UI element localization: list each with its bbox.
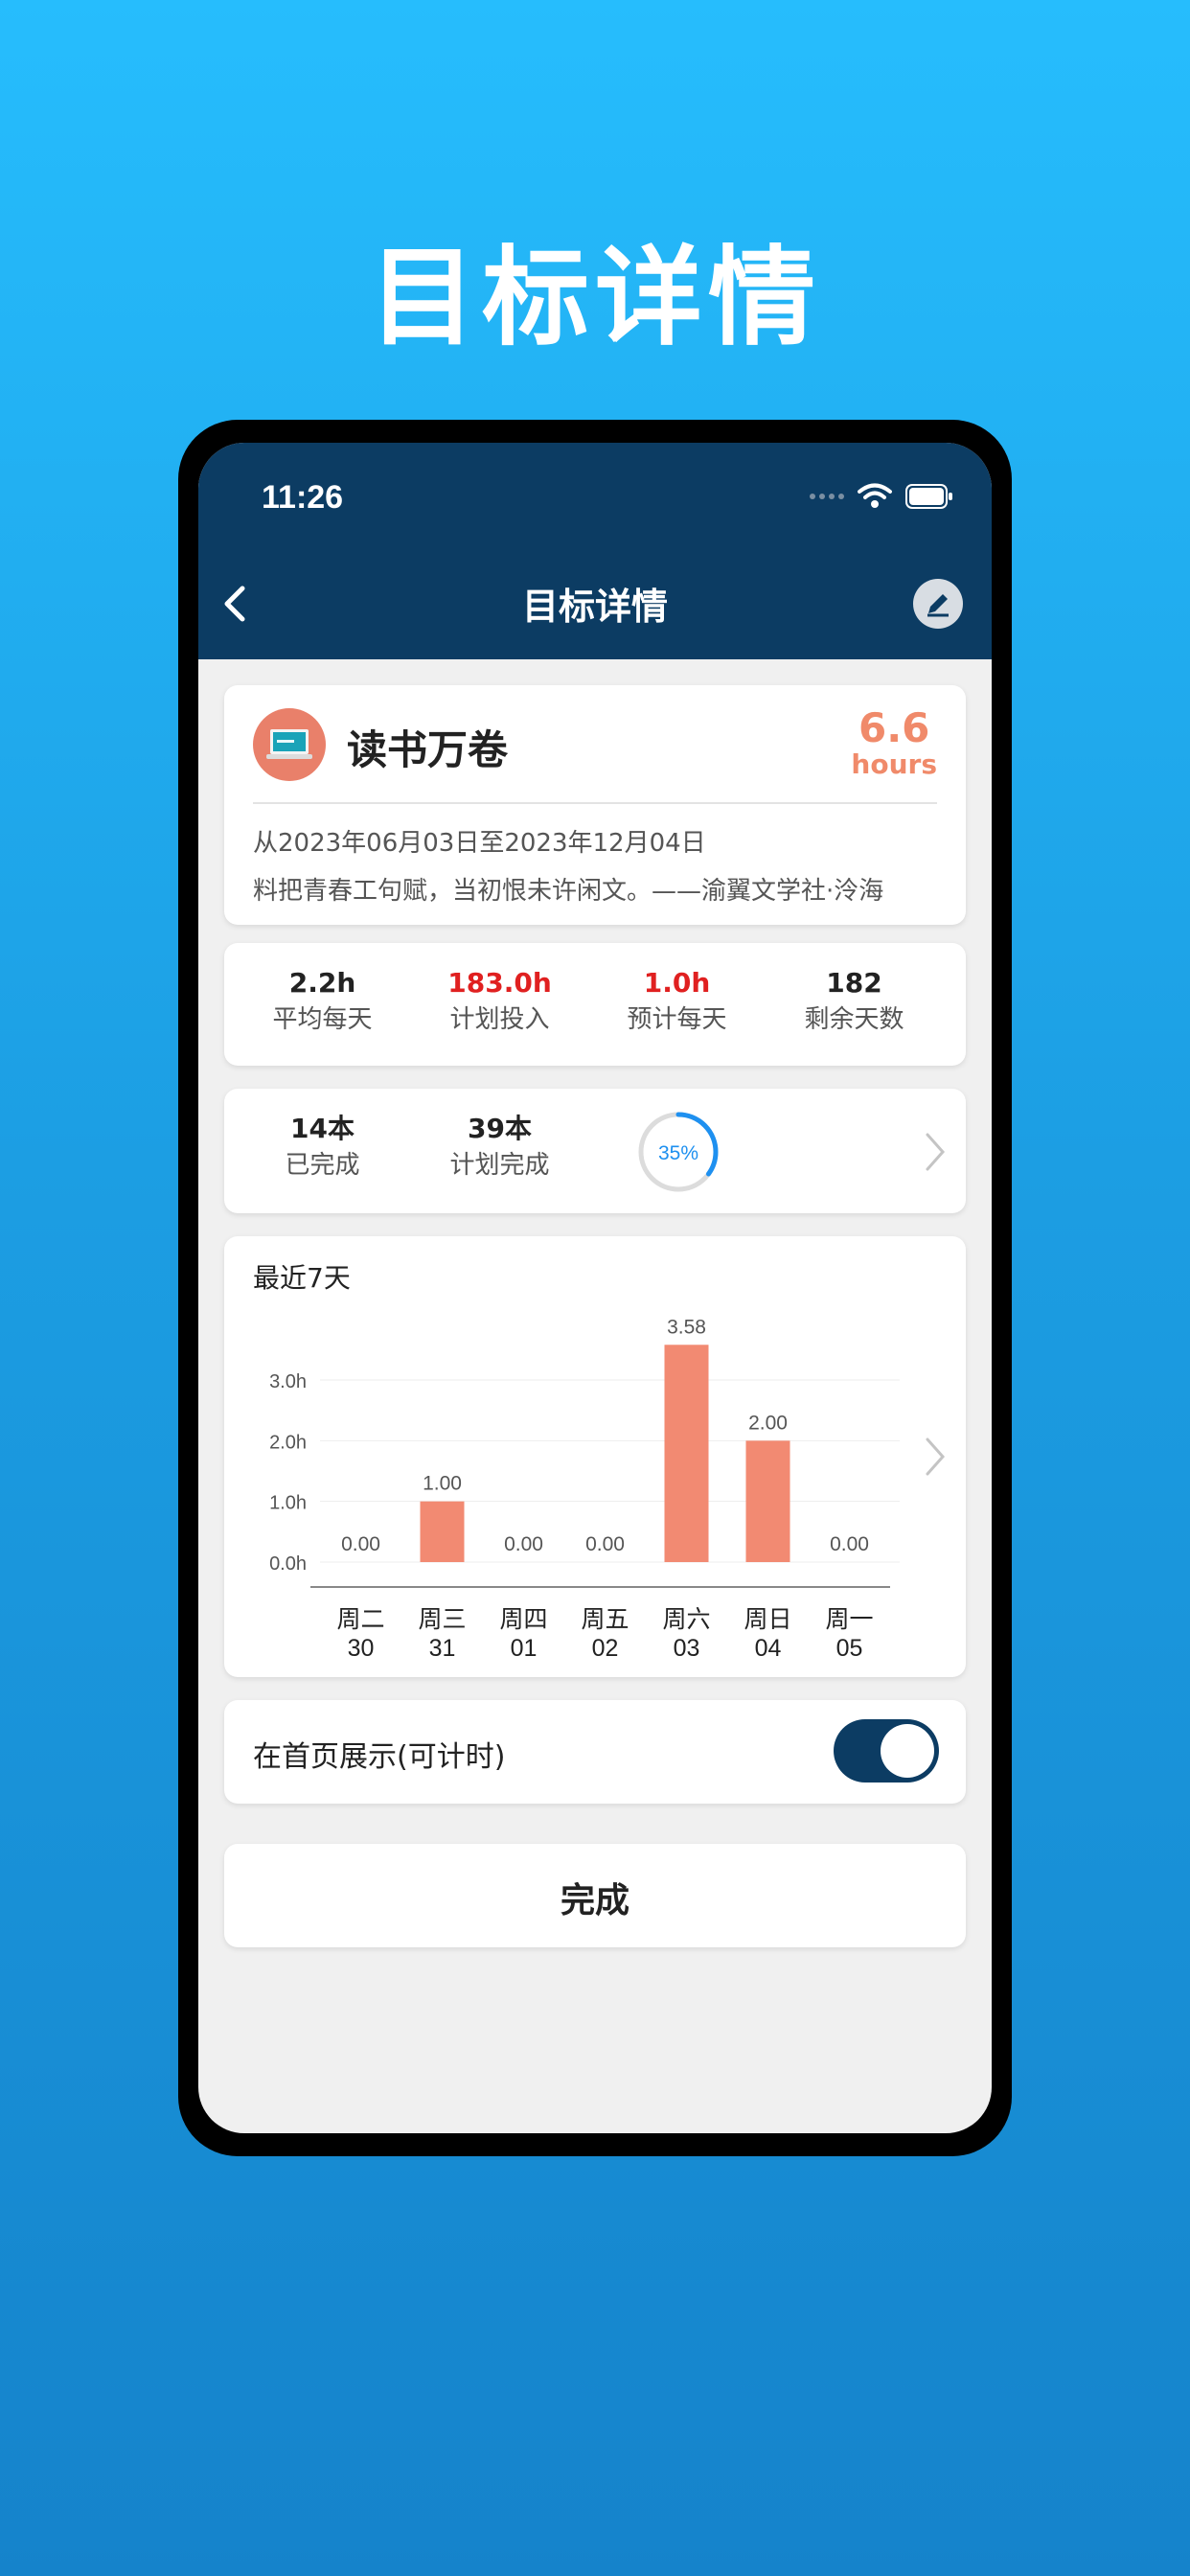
goal-dates: 从2023年06月03日至2023年12月04日	[253, 829, 706, 858]
stats-card: 2.2h 平均每天 183.0h 计划投入 1.0h 预计每天 182 剩余天数	[224, 943, 966, 1066]
app-screen: 11:26 目标详情 读书万卷 6.6 hours 从2023年06月03日至2…	[198, 443, 992, 2133]
bar-value-label: 0.00	[585, 1533, 625, 1555]
promo-title: 目标详情	[369, 236, 821, 360]
books-planned-value: 39本	[468, 1113, 532, 1144]
stat-remaining-days: 182 剩余天数	[766, 966, 943, 1039]
x-tick-weekday: 周六	[662, 1605, 710, 1633]
nav-bar: 目标详情	[198, 548, 992, 659]
stat-label: 平均每天	[272, 1005, 373, 1034]
show-on-home-toggle[interactable]	[834, 1719, 939, 1782]
stat-label: 剩余天数	[804, 1005, 904, 1034]
battery-icon	[905, 484, 952, 509]
edit-icon[interactable]	[913, 579, 963, 629]
x-tick-day: 03	[674, 1635, 700, 1662]
x-tick-weekday: 周三	[418, 1605, 466, 1633]
goal-name: 读书万卷	[347, 726, 509, 773]
stat-value: 2.2h	[288, 967, 356, 999]
chevron-right-icon[interactable]	[920, 1131, 949, 1173]
chevron-right-icon[interactable]	[920, 1436, 949, 1478]
laptop-icon	[253, 708, 326, 781]
goal-hours-value: 6.6	[858, 704, 930, 751]
books-completed-label: 已完成	[285, 1151, 360, 1180]
x-tick-day: 02	[592, 1635, 619, 1662]
x-tick-weekday: 周二	[336, 1605, 384, 1633]
toggle-knob	[881, 1724, 934, 1778]
stat-label: 计划投入	[449, 1005, 550, 1034]
show-on-home-label: 在首页展示(可计时)	[253, 1740, 506, 1774]
done-button-label: 完成	[560, 1881, 629, 1920]
status-time: 11:26	[262, 479, 344, 516]
bar-value-label: 0.00	[341, 1533, 380, 1555]
stat-value: 1.0h	[643, 967, 711, 999]
books-planned: 39本 计划完成	[411, 1112, 588, 1184]
x-tick-weekday: 周五	[581, 1605, 629, 1633]
y-tick-label: 3.0h	[269, 1371, 307, 1392]
bar-chart: 0.0h 1.0h 2.0h 3.0h 0.00 周二30 1.00 周三31 0.00 周四01…	[269, 1316, 900, 1662]
phone-frame: 11:26 目标详情 读书万卷 6.6 hours 从2023年06月03日至2…	[178, 420, 1012, 2156]
stat-expected-daily: 1.0h 预计每天	[588, 966, 766, 1039]
stat-label: 预计每天	[627, 1005, 727, 1034]
signal-icon	[810, 494, 844, 499]
x-tick-day: 04	[755, 1635, 782, 1662]
y-tick-label: 0.0h	[269, 1553, 307, 1575]
divider	[253, 802, 937, 804]
y-tick-label: 1.0h	[269, 1493, 307, 1514]
x-tick-day: 30	[348, 1635, 375, 1662]
bar-value-label: 3.58	[667, 1316, 706, 1338]
y-tick-label: 2.0h	[269, 1432, 307, 1453]
stat-value: 182	[826, 967, 882, 999]
stat-value: 183.0h	[447, 967, 552, 999]
bar-value-label: 0.00	[830, 1533, 869, 1555]
status-bar: 11:26	[198, 443, 992, 548]
bar-value-label: 0.00	[504, 1533, 543, 1555]
x-tick-weekday: 周日	[744, 1605, 791, 1633]
bar	[420, 1501, 465, 1562]
x-tick-day: 01	[511, 1635, 538, 1662]
progress-ring: 35%	[638, 1112, 719, 1192]
nav-title: 目标详情	[521, 586, 668, 628]
done-button[interactable]: 完成	[224, 1844, 966, 1947]
books-progress-card[interactable]: 14本 已完成 39本 计划完成 35%	[224, 1089, 966, 1213]
x-tick-day: 31	[429, 1635, 456, 1662]
goal-card: 读书万卷 6.6 hours 从2023年06月03日至2023年12月04日 …	[224, 685, 966, 925]
bar	[664, 1345, 709, 1562]
stat-avg-daily: 2.2h 平均每天	[234, 966, 411, 1039]
goal-hours-unit: hours	[851, 748, 937, 780]
goal-quote: 料把青春工句赋，当初恨未许闲文。——渝翼文学社·泠海	[253, 877, 884, 906]
recent-chart-card: 最近7天 0.0h 1.0h 2.0h 3.0h 0.00 周二 30 1.00 周三 31 0.0…	[224, 1236, 966, 1677]
books-completed: 14本 已完成	[234, 1112, 411, 1184]
pencil-icon	[927, 594, 949, 617]
books-planned-label: 计划完成	[449, 1151, 550, 1180]
stat-planned-input: 183.0h 计划投入	[411, 966, 588, 1039]
books-completed-value: 14本	[290, 1113, 355, 1144]
progress-ring-label: 35%	[658, 1142, 698, 1164]
bar-value-label: 1.00	[423, 1473, 462, 1495]
x-tick-weekday: 周四	[499, 1605, 547, 1633]
x-tick-day: 05	[836, 1635, 863, 1662]
show-on-home-row: 在首页展示(可计时)	[224, 1700, 966, 1804]
bar-value-label: 2.00	[748, 1412, 788, 1434]
bar	[745, 1440, 790, 1562]
goal-hours: 6.6 hours	[851, 706, 937, 779]
x-tick-weekday: 周一	[825, 1605, 873, 1633]
wifi-icon	[858, 483, 892, 508]
